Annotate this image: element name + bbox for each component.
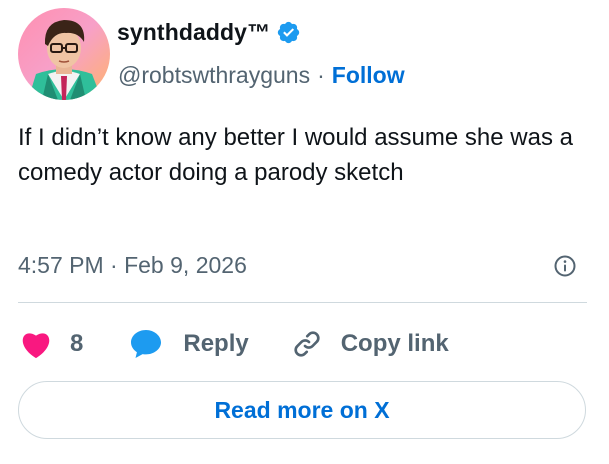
author-name-row: synthdaddy™ (117, 16, 301, 48)
like-button[interactable]: 8 (20, 329, 83, 359)
tweet-card: synthdaddy™ @robtswthrayguns · Follow If… (0, 0, 609, 464)
reply-button[interactable]: Reply (129, 328, 249, 360)
divider (18, 302, 587, 303)
tweet-timestamp[interactable]: 4:57 PM · Feb 9, 2026 (18, 249, 247, 281)
like-count: 8 (70, 330, 84, 357)
speech-bubble-icon (129, 328, 163, 360)
link-icon (291, 328, 323, 360)
copy-link-label: Copy link (340, 330, 449, 357)
heart-icon (20, 329, 52, 359)
copy-link-button[interactable]: Copy link (291, 328, 449, 360)
author-handle[interactable]: @robtswthrayguns (118, 62, 310, 89)
follow-link[interactable]: Follow (332, 62, 405, 89)
action-bar: 8 Reply Copy link (20, 326, 449, 362)
read-more-button[interactable]: Read more on X (18, 381, 586, 439)
display-name[interactable]: synthdaddy™ (117, 19, 270, 46)
timestamp-text: 4:57 PM · Feb 9, 2026 (18, 251, 247, 278)
avatar[interactable] (18, 8, 110, 100)
reply-label: Reply (183, 330, 249, 357)
handle-row: @robtswthrayguns · Follow (118, 59, 405, 91)
info-icon[interactable] (553, 254, 577, 278)
avatar-illustration (18, 8, 110, 100)
separator-dot: · (317, 61, 325, 88)
read-more-label: Read more on X (214, 396, 390, 423)
verified-badge-icon (276, 20, 301, 45)
tweet-text: If I didn’t know any better I would assu… (18, 124, 573, 186)
